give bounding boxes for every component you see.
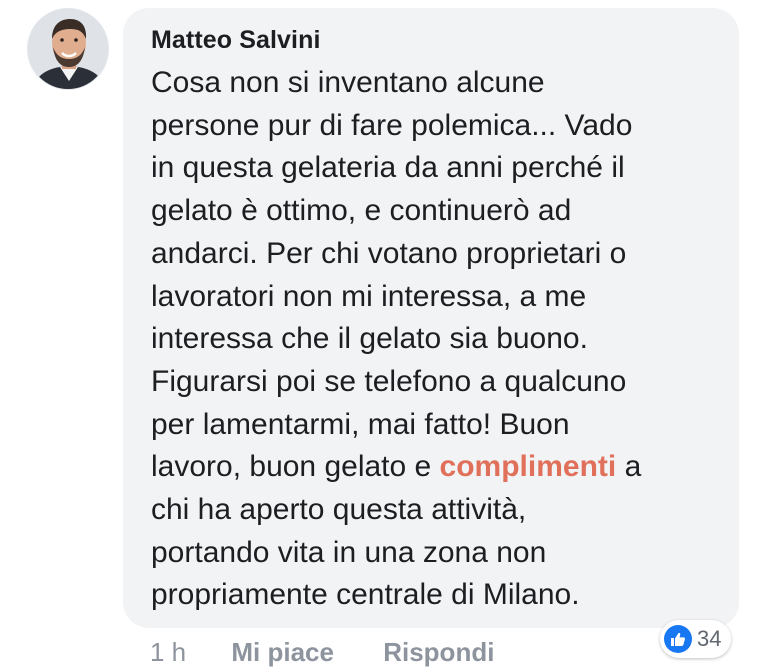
comment-line: gelato è ottimo, e continuerò ad — [151, 194, 572, 228]
comment-line: per lamentarmi, mai fatto! Buon — [151, 407, 570, 441]
reply-button[interactable]: Rispondi — [383, 636, 494, 668]
comment-text-segment: lavoro, buon gelato e — [151, 450, 440, 484]
comment-line: andarci. Per chi votano proprietari o — [151, 236, 627, 270]
comment-timestamp[interactable]: 1 h — [150, 636, 186, 668]
comment-line: lavoro, buon gelato e complimenti a — [151, 446, 729, 489]
comment-actions: 1 h Mi piace Rispondi — [150, 636, 494, 668]
thumbs-up-icon — [664, 625, 692, 653]
comment-line: interessa che il gelato sia buono. — [151, 322, 588, 356]
comment-line: propriamente centrale di Milano. — [151, 578, 580, 612]
reaction-summary[interactable]: 34 — [660, 620, 732, 658]
comment-container: Matteo Salvini Cosa non si inventano alc… — [0, 0, 767, 672]
reaction-count: 34 — [697, 626, 722, 651]
profile-photo — [28, 9, 108, 89]
comment-line: portando vita in una zona non — [151, 535, 547, 569]
comment-bubble: Matteo Salvini Cosa non si inventano alc… — [123, 8, 739, 628]
avatar[interactable] — [27, 8, 109, 90]
comment-line: Cosa non si inventano alcune — [151, 66, 545, 99]
comment-line: chi ha aperto questa attività, — [151, 493, 527, 527]
mention-tag[interactable]: complimenti — [440, 450, 617, 483]
comment-author[interactable]: Matteo Salvini — [151, 24, 729, 56]
comment-text-segment: a — [616, 450, 642, 484]
comment-line: lavoratori non mi interessa, a me — [151, 279, 587, 313]
comment-text: Cosa non si inventano alcune persone pur… — [151, 62, 729, 617]
comment-line: in questa gelateria da anni perché il — [151, 151, 625, 185]
like-button[interactable]: Mi piace — [231, 636, 334, 668]
comment-line: Figurarsi poi se telefono a qualcuno — [151, 364, 627, 398]
comment-line: persone pur di fare polemica... Vado — [151, 108, 633, 142]
